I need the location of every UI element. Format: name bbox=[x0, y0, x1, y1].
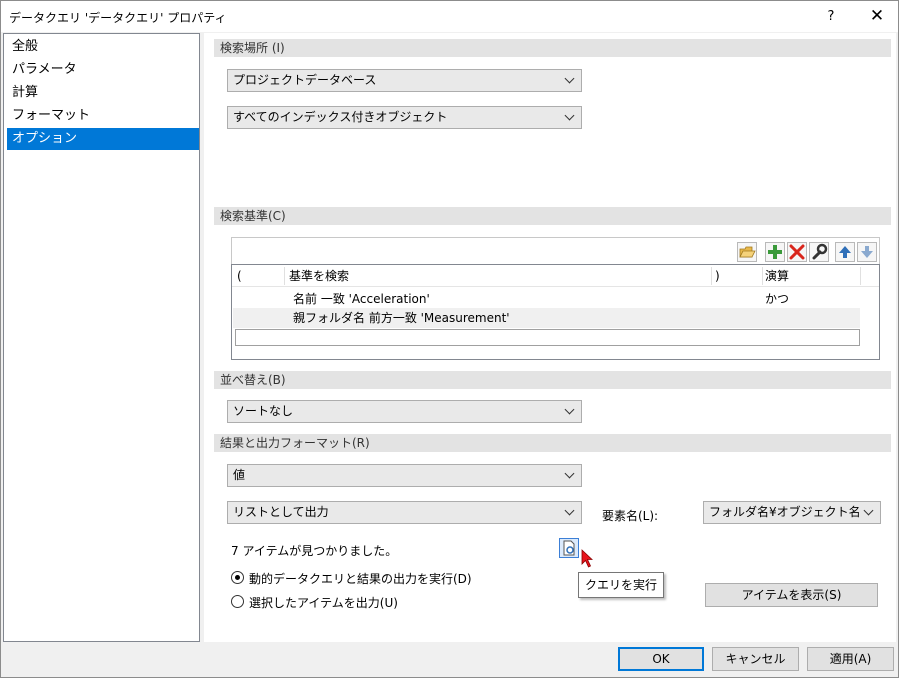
found-count-text: 7 アイテムが見つかりました。 bbox=[231, 544, 398, 558]
ok-button[interactable]: OK bbox=[618, 647, 704, 671]
mouse-cursor-icon bbox=[581, 549, 594, 568]
arrow-up-icon[interactable] bbox=[835, 242, 855, 262]
column-header-operator[interactable]: 演算 bbox=[765, 266, 789, 286]
help-button[interactable]: ? bbox=[813, 1, 849, 32]
value-format-combo-value: 値 bbox=[233, 468, 246, 482]
criteria-toolbar bbox=[231, 237, 880, 265]
cancel-button[interactable]: キャンセル bbox=[712, 647, 799, 671]
sort-combo-value: ソートなし bbox=[233, 404, 294, 418]
open-folder-icon[interactable] bbox=[737, 242, 757, 262]
window-title: データクエリ 'データクエリ' プロパティ bbox=[9, 11, 227, 25]
close-button[interactable]: ✕ bbox=[857, 1, 897, 32]
chevron-down-icon bbox=[563, 107, 577, 128]
options-panel: 検索場所 (I) プロジェクトデータベース すべてのインデックス付きオブジェクト… bbox=[204, 33, 896, 642]
value-format-combo[interactable]: 値 bbox=[227, 464, 582, 487]
radio-selected-items-label[interactable]: 選択したアイテムを出力(U) bbox=[249, 594, 398, 611]
nav-item-calculation[interactable]: 計算 bbox=[7, 82, 199, 104]
section-search-location: 検索場所 (I) bbox=[214, 39, 891, 57]
table-header: ( 基準を検索 ) 演算 bbox=[232, 265, 879, 287]
database-combo[interactable]: プロジェクトデータベース bbox=[227, 69, 582, 92]
chevron-down-icon bbox=[563, 465, 577, 486]
criteria-table: ( 基準を検索 ) 演算 名前 一致 'Acceleration' かつ 親フォ… bbox=[231, 264, 880, 360]
column-header-criteria[interactable]: 基準を検索 bbox=[289, 266, 349, 286]
objects-combo[interactable]: すべてのインデックス付きオブジェクト bbox=[227, 106, 582, 129]
row-criterion: 親フォルダ名 前方一致 'Measurement' bbox=[293, 311, 510, 325]
show-items-button[interactable]: アイテムを表示(S) bbox=[705, 583, 878, 607]
delete-icon[interactable] bbox=[787, 242, 807, 262]
add-icon[interactable] bbox=[765, 242, 785, 262]
run-query-icon bbox=[563, 540, 575, 556]
title-bar: データクエリ 'データクエリ' プロパティ ? ✕ bbox=[1, 1, 898, 32]
radio-dynamic-query[interactable] bbox=[231, 571, 244, 584]
wrench-icon[interactable] bbox=[809, 242, 829, 262]
database-combo-value: プロジェクトデータベース bbox=[233, 73, 377, 87]
radio-dynamic-query-label[interactable]: 動的データクエリと結果の出力を実行(D) bbox=[249, 570, 472, 587]
radio-selected-items[interactable] bbox=[231, 595, 244, 608]
nav-item-general[interactable]: 全般 bbox=[7, 36, 199, 58]
chevron-down-icon bbox=[563, 502, 577, 523]
chevron-down-icon bbox=[563, 70, 577, 91]
row-operator: かつ bbox=[765, 292, 790, 306]
row-criterion: 名前 一致 'Acceleration' bbox=[293, 292, 430, 306]
objects-combo-value: すべてのインデックス付きオブジェクト bbox=[233, 110, 448, 124]
output-mode-combo[interactable]: リストとして出力 bbox=[227, 501, 582, 524]
element-name-combo-value: フォルダ名¥オブジェクト名 bbox=[709, 505, 861, 519]
chevron-down-icon bbox=[862, 502, 876, 523]
column-header-open-paren[interactable]: ( bbox=[237, 266, 242, 286]
new-row-input[interactable] bbox=[235, 329, 860, 346]
section-sort: 並べ替え(B) bbox=[214, 371, 891, 389]
run-query-button[interactable] bbox=[559, 538, 579, 558]
arrow-down-icon[interactable] bbox=[857, 242, 877, 262]
element-name-label: 要素名(L): bbox=[602, 509, 659, 523]
run-query-tooltip: クエリを実行 bbox=[578, 572, 664, 598]
chevron-down-icon bbox=[563, 401, 577, 422]
section-search-criteria: 検索基準(C) bbox=[214, 207, 891, 225]
category-list: 全般 パラメータ 計算 フォーマット オプション bbox=[3, 33, 200, 642]
nav-item-format[interactable]: フォーマット bbox=[7, 105, 199, 127]
nav-item-parameters[interactable]: パラメータ bbox=[7, 59, 199, 81]
table-row[interactable]: 親フォルダ名 前方一致 'Measurement' bbox=[233, 308, 860, 328]
dialog-window: データクエリ 'データクエリ' プロパティ ? ✕ 全般 パラメータ 計算 フォ… bbox=[0, 0, 899, 678]
apply-button[interactable]: 適用(A) bbox=[807, 647, 894, 671]
nav-item-options[interactable]: オプション bbox=[7, 128, 199, 150]
column-header-close-paren[interactable]: ) bbox=[715, 266, 720, 286]
sort-combo[interactable]: ソートなし bbox=[227, 400, 582, 423]
section-results: 結果と出力フォーマット(R) bbox=[214, 434, 891, 452]
output-mode-combo-value: リストとして出力 bbox=[233, 505, 329, 519]
element-name-combo[interactable]: フォルダ名¥オブジェクト名 bbox=[703, 501, 881, 524]
